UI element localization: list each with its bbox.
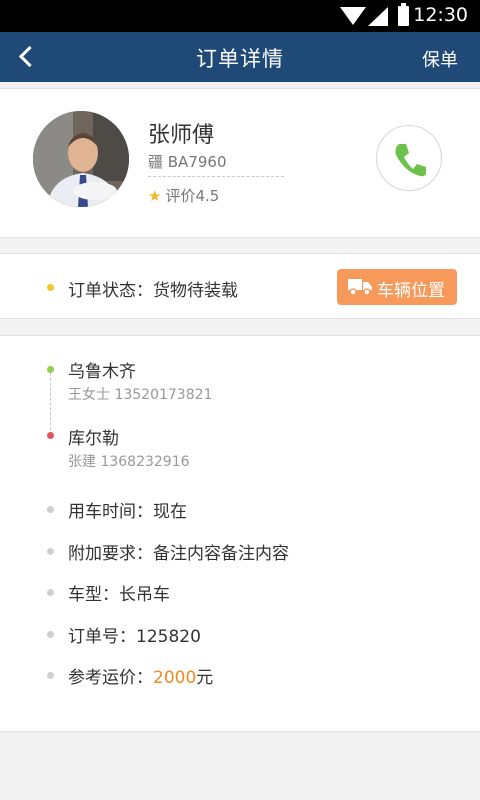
order-details-card: 乌鲁木齐 王女士 13520173821 库尔勒 张建 1368232916 用… — [0, 335, 480, 732]
order-number-text: 订单号：125820 — [68, 627, 201, 647]
status-dot — [47, 284, 54, 291]
signal-icon — [368, 7, 388, 26]
origin-contact: 王女士 13520173821 — [68, 387, 213, 403]
use-time-text: 用车时间：现在 — [68, 502, 187, 522]
insurance-button[interactable]: 保单 — [422, 46, 458, 72]
bullet-dot — [47, 506, 54, 513]
origin-place: 乌鲁木齐 — [68, 362, 136, 382]
destination-contact: 张建 1368232916 — [68, 454, 190, 470]
destination-dot — [47, 432, 54, 439]
status-time: 12:30 — [413, 4, 468, 26]
driver-card: 张师傅 疆 BA7960 ★ 评价4.5 — [0, 88, 480, 238]
vehicle-type-text: 车型：长吊车 — [68, 585, 170, 605]
call-button[interactable] — [376, 125, 442, 191]
reference-price: 参考运价：2000元 — [68, 663, 213, 688]
status-bar: 12:30 — [0, 0, 480, 32]
bullet-dot — [47, 589, 54, 596]
price-value: 2000 — [153, 668, 197, 688]
bullet-dot — [47, 548, 54, 555]
driver-rating: ★ 评价4.5 — [148, 185, 219, 206]
price-unit: 元 — [196, 668, 214, 688]
vehicle-location-label: 车辆位置 — [377, 281, 445, 301]
page-title: 订单详情 — [196, 47, 284, 71]
phone-icon — [395, 144, 426, 177]
rating-text: 评价4.5 — [165, 187, 220, 205]
bullet-dot — [47, 672, 54, 679]
wifi-icon — [340, 7, 366, 25]
extra-requirements-text: 附加要求：备注内容备注内容 — [68, 544, 289, 564]
truck-icon — [348, 279, 372, 296]
driver-avatar — [33, 111, 129, 207]
price-label: 参考运价： — [68, 668, 153, 688]
battery-icon — [398, 3, 409, 26]
app-bar: 订单详情 保单 — [0, 32, 480, 82]
order-status-text: 订单状态：货物待装载 — [68, 281, 238, 301]
license-plate: 疆 BA7960 — [148, 151, 284, 177]
bullet-dot — [47, 631, 54, 638]
vehicle-location-button[interactable]: 车辆位置 — [337, 269, 457, 305]
star-icon: ★ — [148, 187, 162, 205]
destination-place: 库尔勒 — [68, 429, 119, 449]
order-status-card: 订单状态：货物待装载 车辆位置 — [0, 253, 480, 319]
origin-dot — [47, 366, 54, 373]
route-connector — [50, 373, 51, 435]
driver-name: 张师傅 — [148, 123, 215, 148]
